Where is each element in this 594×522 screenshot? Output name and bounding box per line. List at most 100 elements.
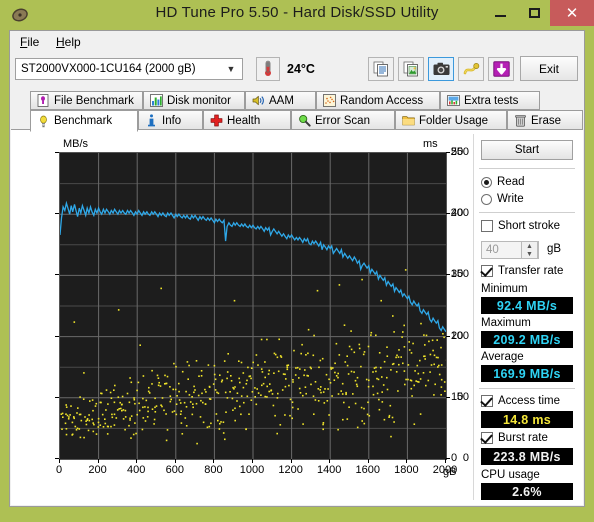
transfer-rate-label: Transfer rate [498,265,564,277]
x-tick-1000: 1000 [239,464,265,476]
menu-help[interactable]: Help [50,34,87,50]
red-cross-icon [210,114,223,127]
hd-tune-window: HD Tune Pro 5.50 - Hard Disk/SSD Utility… [0,0,594,522]
average-value: 169.9 MB/s [481,365,573,382]
tab-info[interactable]: Info [138,110,203,131]
tab-disk-monitor[interactable]: Disk monitor [143,91,245,110]
tab-benchmark[interactable]: Benchmark [30,110,138,132]
speaker-icon [252,95,264,106]
x-tickmark [213,459,215,463]
y-tickmark [55,152,59,153]
short-stroke-label: Short stroke [498,220,560,232]
benchmark-page: MB/s ms 0 50 100 150 200 250 0 10 20 30 40 50 0 200… [11,129,583,505]
tab-disk-monitor-label: Disk monitor [167,94,231,107]
chart-canvas [60,153,446,459]
tab-health-label: Health [227,114,261,127]
drive-select[interactable]: ST2000VX000-1CU164 (2000 gB) ▼ [15,58,243,80]
radio-read[interactable]: Read [481,176,525,188]
tab-extra-tests[interactable]: Extra tests [440,91,540,110]
short-stroke-stepper[interactable]: ▲ ▼ [521,241,538,259]
y2-tick-20: 20 [451,329,464,342]
radio-write[interactable]: Write [481,193,524,205]
temperature-value: 24°C [287,62,315,76]
radio-read-label: Read [497,176,525,188]
close-button[interactable]: ✕ [550,0,594,26]
copy-text-button[interactable] [368,57,394,81]
short-stroke-value: 40 [486,244,499,256]
radio-write-icon [481,193,492,205]
menu-bar: File Help [10,31,584,53]
average-label: Average [481,351,524,363]
y2-tickmark [446,396,450,398]
tool-bar: ST2000VX000-1CU164 (2000 gB) ▼ 24°C Exit [10,53,584,91]
screenshot-button[interactable] [428,57,454,81]
checkbox-transfer-rate[interactable]: Transfer rate [481,265,563,277]
tab-info-label: Info [162,114,182,127]
burst-rate-value: 223.8 MB/s [481,448,573,465]
stepper-up-icon[interactable]: ▲ [522,242,537,250]
benchmark-chart: MB/s ms 0 50 100 150 200 250 0 10 20 30 40 50 0 200… [19,138,469,498]
tab-bar: File Benchmark Disk monitor AAM Random A… [10,91,584,132]
panel-divider [473,134,474,500]
maximize-button[interactable] [518,0,550,26]
x-tickmark [136,459,138,463]
y2-tickmark [446,274,450,276]
menu-file[interactable]: File [14,34,45,50]
bar-chart-icon [150,94,163,107]
camera-icon [433,62,449,75]
x-tick-1800: 1800 [394,464,419,476]
transfer-rate-checkbox-icon [481,265,493,277]
tab-folder-usage[interactable]: Folder Usage [395,110,507,131]
checkbox-short-stroke[interactable]: Short stroke [481,220,560,232]
x-tick-1400: 1400 [316,464,342,476]
tab-random-access-label: Random Access [340,94,424,107]
exit-button[interactable]: Exit [520,56,578,81]
control-panel: Start Read Write Short stroke 40 ▲ ▼ gB … [477,136,577,500]
tab-health[interactable]: Health [203,110,291,131]
x-tickmark [59,459,60,463]
x-tickmark [252,459,253,463]
tab-error-scan[interactable]: Error Scan [291,110,395,131]
checkbox-access-time[interactable]: Access time [481,395,560,407]
thermometer-icon [256,57,280,81]
x-tickmark [406,459,408,463]
start-button[interactable]: Start [481,140,573,160]
cpu-usage-label: CPU usage [481,469,540,481]
tab-benchmark-label: Benchmark [54,115,113,127]
folder-icon [402,116,415,126]
tab-file-benchmark-label: File Benchmark [54,94,134,107]
cable-icon [463,62,479,74]
chart-plot-area [59,152,447,460]
radio-read-icon [481,176,492,188]
tab-file-benchmark[interactable]: File Benchmark [30,91,143,110]
tab-extra-tests-label: Extra tests [464,94,519,107]
x-tickmark [174,459,176,463]
save-button[interactable] [488,57,514,81]
x-tick-1200: 1200 [278,464,303,476]
tab-aam[interactable]: AAM [245,91,316,110]
access-time-value: 14.8 ms [481,411,573,428]
tab-random-access[interactable]: Random Access [316,91,440,110]
y-tickmark [55,213,59,215]
x-tickmark [97,459,99,463]
minimum-value: 92.4 MB/s [481,297,573,314]
access-time-label: Access time [498,395,560,407]
copy-image-button[interactable] [398,57,424,81]
y2-tickmark [446,152,450,153]
x-tickmark [329,459,331,463]
checkbox-burst-rate[interactable]: Burst rate [481,432,548,444]
cpu-usage-value: 2.6% [481,483,573,500]
settings-button[interactable] [458,57,484,81]
y2-tick-50: 50 [451,146,464,158]
access-time-checkbox-icon [481,395,493,407]
x-tick-800: 800 [204,464,223,476]
scatter-icon [323,94,336,107]
tab-erase[interactable]: Erase [507,110,583,131]
stepper-down-icon[interactable]: ▼ [522,250,537,258]
x-tickmark [445,459,446,463]
x-tick-200: 200 [88,464,107,476]
y2-tick-0: 0 [451,452,458,464]
minimum-label: Minimum [481,283,528,295]
minimize-button[interactable] [484,0,516,26]
trash-icon [515,115,526,127]
